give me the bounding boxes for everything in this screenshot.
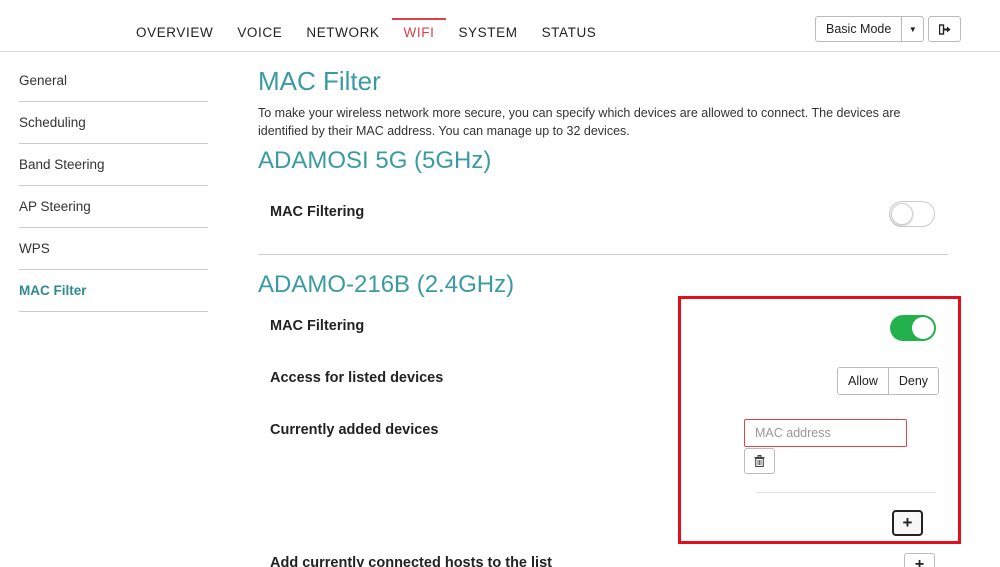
tab-voice[interactable]: VOICE bbox=[225, 6, 294, 58]
sidebar-item-mac-filter[interactable]: MAC Filter bbox=[19, 270, 208, 312]
devices-label: Currently added devices bbox=[270, 422, 439, 438]
mac-filtering-toggle-5ghz[interactable] bbox=[889, 201, 935, 227]
main-nav: OVERVIEW VOICE NETWORK WIFI SYSTEM STATU… bbox=[124, 0, 608, 52]
tab-system[interactable]: SYSTEM bbox=[446, 6, 529, 58]
section-title-5ghz: ADAMOSI 5G (5GHz) bbox=[258, 147, 492, 174]
plus-icon: + bbox=[914, 556, 925, 567]
sidebar: General Scheduling Band Steering AP Stee… bbox=[19, 60, 208, 312]
mode-dropdown[interactable]: Basic Mode ▼ bbox=[815, 16, 925, 42]
tab-overview[interactable]: OVERVIEW bbox=[124, 6, 225, 58]
access-label: Access for listed devices bbox=[270, 370, 444, 386]
mac-filtering-label-5ghz: MAC Filtering bbox=[270, 204, 365, 220]
main-content: MAC Filter To make your wireless network… bbox=[258, 62, 948, 177]
sidebar-item-general[interactable]: General bbox=[19, 60, 208, 102]
mac-filtering-label-24ghz: MAC Filtering bbox=[270, 318, 365, 334]
top-navigation-bar: OVERVIEW VOICE NETWORK WIFI SYSTEM STATU… bbox=[0, 0, 1000, 52]
toggle-knob bbox=[891, 203, 913, 225]
page-description: To make your wireless network more secur… bbox=[258, 106, 901, 138]
page-title: MAC Filter bbox=[258, 66, 381, 96]
tab-network[interactable]: NETWORK bbox=[294, 6, 391, 58]
tab-wifi[interactable]: WIFI bbox=[391, 6, 447, 58]
sidebar-item-ap-steering[interactable]: AP Steering bbox=[19, 186, 208, 228]
add-hosts-button[interactable]: + bbox=[904, 553, 935, 567]
section-divider bbox=[258, 254, 948, 255]
logout-button[interactable] bbox=[928, 16, 961, 42]
sidebar-item-wps[interactable]: WPS bbox=[19, 228, 208, 270]
highlight-box bbox=[678, 296, 961, 544]
sidebar-item-band-steering[interactable]: Band Steering bbox=[19, 144, 208, 186]
chevron-down-icon[interactable]: ▼ bbox=[901, 17, 923, 41]
sidebar-item-scheduling[interactable]: Scheduling bbox=[19, 102, 208, 144]
tab-status[interactable]: STATUS bbox=[530, 6, 609, 58]
mode-label: Basic Mode bbox=[826, 22, 892, 36]
logout-icon bbox=[938, 23, 950, 35]
section-title-24ghz: ADAMO-216B (2.4GHz) bbox=[258, 271, 515, 298]
add-hosts-label: Add currently connected hosts to the lis… bbox=[270, 555, 552, 567]
